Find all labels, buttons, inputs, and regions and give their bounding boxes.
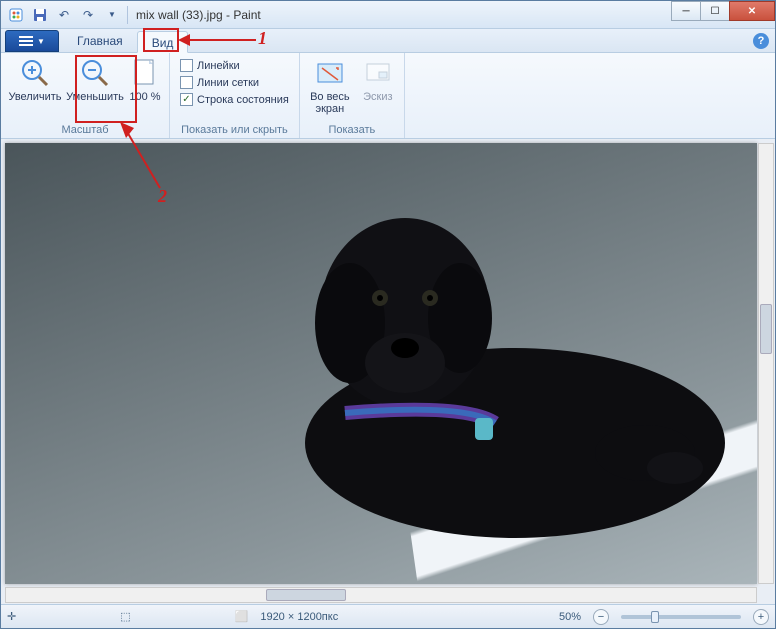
zoom-in-icon (19, 57, 51, 89)
ribbon-group-show: Линейки Линии сетки ✓ Строка состояния П… (170, 53, 300, 138)
fullscreen-label: Во весь экран (308, 91, 352, 115)
redo-icon[interactable]: ↷ (77, 4, 99, 26)
zoom-slider[interactable] (621, 615, 741, 619)
cursor-position-icon: ✛ (7, 610, 16, 623)
thumbnail-label: Эскиз (363, 91, 392, 103)
zoom-group-label: Масштаб (1, 122, 169, 138)
checkbox-checked-icon: ✓ (180, 93, 193, 106)
tab-view[interactable]: Вид (137, 31, 189, 53)
zoom-level: 50% (559, 611, 581, 623)
undo-icon[interactable]: ↶ (53, 4, 75, 26)
fullscreen-button[interactable]: Во весь экран (304, 55, 356, 117)
menu-icon (19, 36, 33, 46)
zoom-out-status-button[interactable]: − (593, 609, 609, 625)
statusbar-checkbox[interactable]: ✓ Строка состояния (180, 93, 289, 106)
image-canvas[interactable] (5, 143, 757, 584)
chevron-down-icon: ▼ (37, 37, 45, 46)
checkbox-unchecked-icon (180, 76, 193, 89)
help-icon[interactable]: ? (753, 33, 769, 49)
zoom-in-label: Увеличить (8, 91, 61, 103)
selection-size-icon: ⬚ (120, 610, 130, 623)
separator (127, 6, 128, 24)
zoom-slider-thumb[interactable] (651, 611, 659, 623)
save-icon[interactable] (29, 4, 51, 26)
titlebar: ↶ ↷ ▼ mix wall (33).jpg - Paint ─ ☐ ✕ (1, 1, 775, 29)
thumbnail-icon (362, 57, 394, 89)
fullscreen-icon (314, 57, 346, 89)
tab-home[interactable]: Главная (63, 30, 137, 52)
ribbon-group-display: Во весь экран Эскиз Показать (300, 53, 405, 138)
zoom-out-button[interactable]: Уменьшить (65, 55, 125, 105)
page-icon (129, 57, 161, 89)
ribbon-group-zoom: Увеличить Уменьшить 100 % Масштаб (1, 53, 170, 138)
image-content-dog (185, 163, 745, 543)
horizontal-scrollbar[interactable] (5, 587, 757, 603)
display-group-label: Показать (300, 122, 404, 138)
zoom-in-status-button[interactable]: + (753, 609, 769, 625)
image-size-icon: ⬜ (235, 610, 249, 623)
thumbnail-button[interactable]: Эскиз (356, 55, 400, 105)
statusbar-label: Строка состояния (197, 94, 289, 106)
show-group-label: Показать или скрыть (170, 122, 299, 138)
statusbar: ✛ ⬚ ⬜ 1920 × 1200пкс 50% − + (1, 604, 775, 628)
maximize-button[interactable]: ☐ (700, 1, 730, 21)
zoom-in-button[interactable]: Увеличить (5, 55, 65, 105)
file-menu-button[interactable]: ▼ (5, 30, 59, 52)
canvas-area (1, 139, 775, 604)
checkbox-unchecked-icon (180, 59, 193, 72)
qat-dropdown-icon[interactable]: ▼ (101, 4, 123, 26)
app-icon[interactable] (5, 4, 27, 26)
rulers-label: Линейки (197, 60, 240, 72)
quick-access-toolbar: ↶ ↷ ▼ (5, 4, 130, 26)
zoom-out-icon (79, 57, 111, 89)
close-button[interactable]: ✕ (729, 1, 775, 21)
gridlines-label: Линии сетки (197, 77, 259, 89)
zoom-100-button[interactable]: 100 % (125, 55, 165, 105)
window-title: mix wall (33).jpg - Paint (136, 8, 672, 22)
gridlines-checkbox[interactable]: Линии сетки (180, 76, 289, 89)
scrollbar-thumb[interactable] (760, 304, 772, 354)
paint-window: ↶ ↷ ▼ mix wall (33).jpg - Paint ─ ☐ ✕ ▼ … (0, 0, 776, 629)
zoom-out-label: Уменьшить (66, 91, 124, 103)
rulers-checkbox[interactable]: Линейки (180, 59, 289, 72)
zoom-100-label: 100 % (129, 91, 160, 103)
scrollbar-thumb[interactable] (266, 589, 346, 601)
ribbon-tabs: ▼ Главная Вид ? (1, 29, 775, 53)
ribbon: Увеличить Уменьшить 100 % Масштаб (1, 53, 775, 139)
image-dimensions: 1920 × 1200пкс (260, 611, 338, 623)
window-controls: ─ ☐ ✕ (672, 1, 775, 21)
vertical-scrollbar[interactable] (758, 143, 774, 584)
minimize-button[interactable]: ─ (671, 1, 701, 21)
